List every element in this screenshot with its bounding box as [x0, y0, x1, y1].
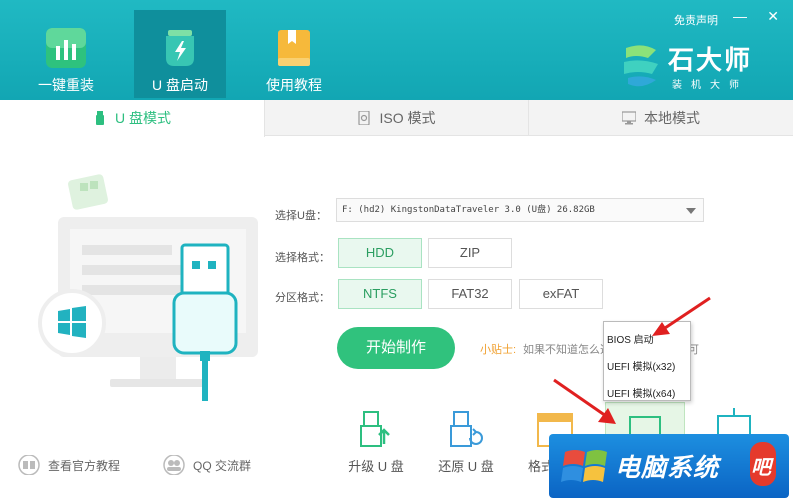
tab-usb-mode[interactable]: U 盘模式	[0, 100, 265, 137]
partition-option-fat32[interactable]: FAT32	[428, 279, 512, 309]
usb-select-label: 选择U盘：	[275, 210, 327, 222]
iso-file-icon	[358, 111, 371, 125]
red-arrow-icon	[652, 296, 711, 336]
upgrade-usb-tool[interactable]: 升级 U 盘	[336, 410, 416, 475]
red-arrow-icon	[553, 378, 616, 424]
windows-logo-icon	[561, 450, 607, 482]
watermark-text: 电脑系统	[615, 453, 720, 482]
bar-chart-icon	[46, 28, 86, 68]
watermark-badge-text: 吧	[751, 455, 771, 479]
format-option-zip[interactable]: ZIP	[428, 238, 512, 268]
disclaimer-link[interactable]: 免责声明	[674, 12, 718, 28]
nav-one-click-reinstall[interactable]: 一键重装	[20, 10, 112, 98]
monitor-icon	[622, 111, 636, 125]
official-tutorial-link[interactable]: 查看官方教程	[18, 454, 121, 476]
format-option-hdd[interactable]: HDD	[338, 238, 422, 268]
partition-option-exfat[interactable]: exFAT	[519, 279, 603, 309]
tool-label: 还原 U 盘	[438, 459, 494, 474]
nav-label: 使用教程	[266, 77, 322, 93]
tab-label: 本地模式	[644, 110, 700, 126]
menu-item-uefi-x32[interactable]: UEFI 模拟(x32)	[607, 358, 675, 373]
mode-tabs: U 盘模式 ISO 模式 本地模式	[0, 100, 793, 137]
close-button[interactable]: ✕	[767, 8, 779, 25]
brand-subtitle: 装机大师	[672, 80, 748, 91]
book-open-icon	[18, 454, 40, 476]
qq-group-link[interactable]: QQ 交流群	[163, 454, 252, 476]
app-header: 一键重装 U 盘启动 使用教程 免责声明 — ✕ 石大师 装机大师	[0, 0, 793, 100]
brand-name: 石大师	[668, 45, 753, 75]
chevron-down-icon	[686, 208, 696, 214]
upgrade-usb-icon	[360, 411, 390, 447]
minimize-button[interactable]: —	[733, 8, 747, 24]
partition-option-ntfs[interactable]: NTFS	[338, 279, 422, 309]
nav-label: U 盘启动	[152, 77, 208, 93]
format-label: 选择格式：	[275, 252, 330, 264]
partition-label: 分区格式：	[275, 292, 330, 304]
usb-computer-illustration	[38, 174, 258, 401]
usb-drive-icon	[166, 30, 194, 66]
restore-usb-tool[interactable]: 还原 U 盘	[426, 410, 506, 475]
watermark-badge: 吧	[750, 442, 776, 486]
start-make-button[interactable]: 开始制作	[337, 327, 455, 369]
book-icon	[278, 30, 310, 66]
tab-iso-mode[interactable]: ISO 模式	[265, 100, 529, 136]
users-icon	[163, 454, 185, 476]
link-label: QQ 交流群	[193, 459, 252, 473]
usb-select[interactable]: F: (hd2) KingstonDataTraveler 3.0 (U盘) 2…	[336, 198, 704, 222]
nav-usb-boot[interactable]: U 盘启动	[134, 10, 226, 98]
tool-label: 升级 U 盘	[348, 459, 404, 474]
watermark-banner: 电脑系统 吧	[549, 434, 789, 498]
link-label: 查看官方教程	[48, 459, 121, 473]
brand-logo-icon	[624, 45, 658, 87]
tab-local-mode[interactable]: 本地模式	[529, 100, 793, 136]
usb-select-value: F: (hd2) KingstonDataTraveler 3.0 (U盘) 2…	[342, 205, 595, 215]
nav-label: 一键重装	[38, 77, 94, 93]
nav-tutorial[interactable]: 使用教程	[248, 10, 340, 98]
restore-usb-icon	[450, 411, 483, 447]
tab-label: ISO 模式	[379, 110, 436, 126]
tip-title: 小贴士:	[480, 344, 517, 356]
tab-label: U 盘模式	[115, 110, 171, 126]
usb-stick-icon	[96, 111, 104, 125]
